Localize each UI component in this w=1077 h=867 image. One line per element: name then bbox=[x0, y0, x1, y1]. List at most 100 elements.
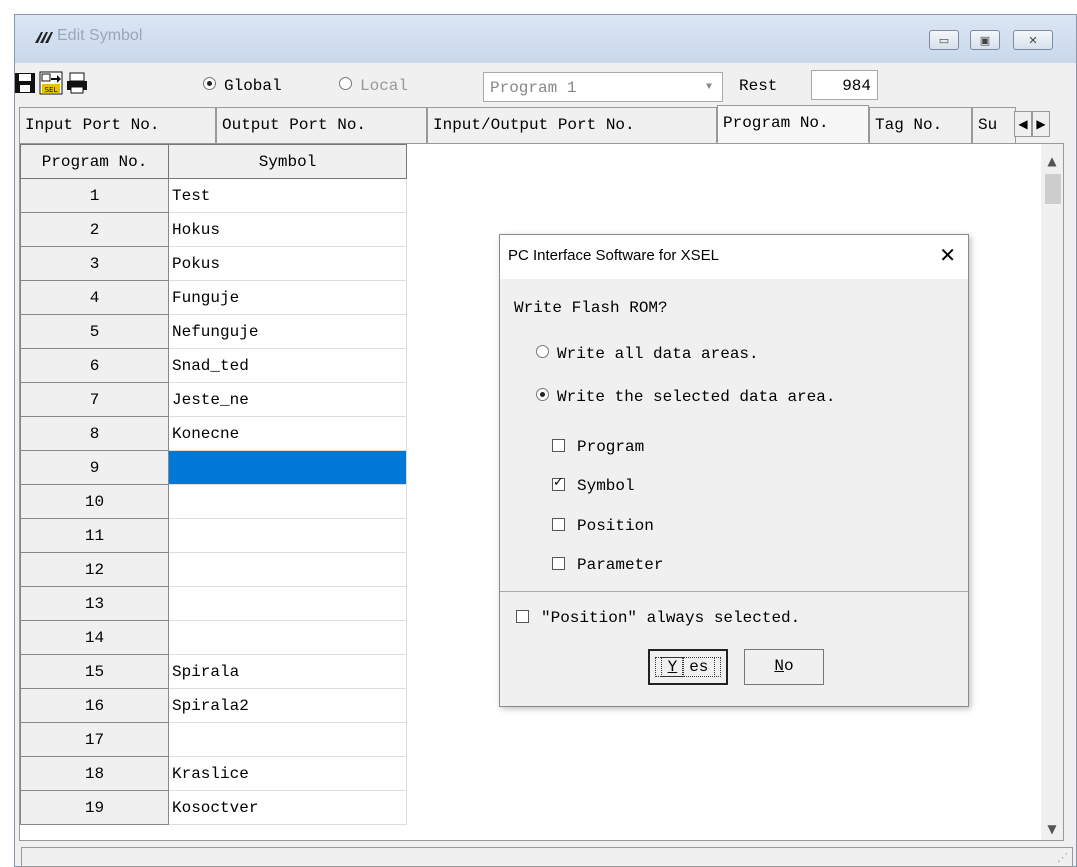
symbol-cell[interactable]: Test bbox=[168, 178, 407, 213]
table-row[interactable]: 7 Jeste_ne bbox=[20, 382, 407, 417]
resize-grip-icon[interactable]: ⋰ bbox=[1057, 851, 1068, 864]
table-row[interactable]: 16 Spirala2 bbox=[20, 688, 407, 723]
radio-icon bbox=[339, 77, 352, 90]
program-no-cell: 13 bbox=[20, 586, 169, 621]
table-row[interactable]: 3 Pokus bbox=[20, 246, 407, 281]
program-no-cell: 1 bbox=[20, 178, 169, 213]
symbol-cell[interactable] bbox=[168, 484, 407, 519]
scroll-thumb[interactable] bbox=[1045, 174, 1061, 204]
maximize-icon: ▣ bbox=[979, 33, 991, 47]
close-icon[interactable]: ✕ bbox=[939, 243, 956, 267]
dialog-separator bbox=[500, 591, 968, 592]
tab-strip: Input Port No. Output Port No. Input/Out… bbox=[19, 105, 1066, 143]
tab-io-port[interactable]: Input/Output Port No. bbox=[427, 107, 717, 143]
program-select[interactable]: Program 1 ▼ bbox=[483, 72, 723, 102]
program-no-cell: 4 bbox=[20, 280, 169, 315]
symbol-cell[interactable] bbox=[168, 586, 407, 621]
table-row[interactable]: 2 Hokus bbox=[20, 212, 407, 247]
position-checkbox[interactable]: Position bbox=[552, 517, 654, 535]
print-icon[interactable] bbox=[65, 71, 89, 95]
table-row[interactable]: 6 Snad_ted bbox=[20, 348, 407, 383]
program-no-cell: 19 bbox=[20, 790, 169, 825]
tab-su[interactable]: Su bbox=[972, 107, 1016, 143]
symbol-cell[interactable]: Spirala2 bbox=[168, 688, 407, 723]
yes-button[interactable]: Yes bbox=[648, 649, 728, 685]
write-selected-radio[interactable]: Write the selected data area. bbox=[536, 388, 835, 406]
table-row[interactable]: 5 Nefunguje bbox=[20, 314, 407, 349]
symbol-checkbox[interactable]: Symbol bbox=[552, 475, 635, 495]
symbol-cell[interactable]: Kraslice bbox=[168, 756, 407, 791]
checkbox-checked-icon bbox=[552, 475, 565, 491]
transfer-sel-icon[interactable]: SEL bbox=[39, 71, 63, 95]
tab-scroll-left-icon[interactable]: ◀ bbox=[1014, 111, 1032, 137]
symbol-table: Program No. Symbol 1 Test 2 Hokus 3 Pokus 4 Fun… bbox=[20, 144, 407, 825]
program-no-cell: 12 bbox=[20, 552, 169, 587]
symbol-cell[interactable] bbox=[168, 450, 407, 485]
radio-icon bbox=[536, 388, 549, 401]
symbol-cell[interactable] bbox=[168, 722, 407, 757]
table-row[interactable]: 19 Kosoctver bbox=[20, 790, 407, 825]
table-row[interactable]: 10 bbox=[20, 484, 407, 519]
rest-value: 984 bbox=[811, 70, 878, 100]
tab-program-no[interactable]: Program No. bbox=[717, 105, 869, 143]
symbol-cell[interactable] bbox=[168, 518, 407, 553]
table-row[interactable]: 8 Konecne bbox=[20, 416, 407, 451]
symbol-cell[interactable]: Pokus bbox=[168, 246, 407, 281]
parameter-checkbox[interactable]: Parameter bbox=[552, 556, 663, 574]
position-always-checkbox[interactable]: "Position" always selected. bbox=[516, 609, 800, 627]
symbol-cell[interactable]: Funguje bbox=[168, 280, 407, 315]
symbol-cell[interactable]: Kosoctver bbox=[168, 790, 407, 825]
dialog-question: Write Flash ROM? bbox=[514, 299, 668, 317]
no-button[interactable]: No bbox=[744, 649, 824, 685]
table-row[interactable]: 9 bbox=[20, 450, 407, 485]
checkbox-icon bbox=[516, 610, 529, 623]
tab-scroll-right-icon[interactable]: ▶ bbox=[1032, 111, 1050, 137]
symbol-cell[interactable]: Hokus bbox=[168, 212, 407, 247]
rest-label: Rest bbox=[739, 77, 778, 95]
table-row[interactable]: 1 Test bbox=[20, 178, 407, 213]
table-row[interactable]: 11 bbox=[20, 518, 407, 553]
tab-tag-no[interactable]: Tag No. bbox=[869, 107, 972, 143]
table-row[interactable]: 15 Spirala bbox=[20, 654, 407, 689]
header-program-no: Program No. bbox=[20, 144, 169, 179]
scope-local-radio[interactable]: Local bbox=[339, 77, 408, 95]
symbol-cell[interactable]: Snad_ted bbox=[168, 348, 407, 383]
symbol-cell[interactable]: Konecne bbox=[168, 416, 407, 451]
dialog-title-bar[interactable]: PC Interface Software for XSEL ✕ bbox=[500, 235, 968, 279]
table-row[interactable]: 17 bbox=[20, 722, 407, 757]
symbol-cell[interactable]: Spirala bbox=[168, 654, 407, 689]
program-no-cell: 9 bbox=[20, 450, 169, 485]
scope-global-radio[interactable]: Global bbox=[203, 77, 282, 95]
symbol-cell[interactable] bbox=[168, 552, 407, 587]
chevron-down-icon: ▼ bbox=[705, 81, 712, 93]
write-flash-dialog: PC Interface Software for XSEL ✕ Write F… bbox=[499, 234, 969, 707]
dialog-title: PC Interface Software for XSEL bbox=[508, 247, 719, 264]
symbol-cell[interactable] bbox=[168, 620, 407, 655]
minimize-button[interactable]: ▭ bbox=[929, 30, 959, 50]
table-row[interactable]: 18 Kraslice bbox=[20, 756, 407, 791]
program-no-cell: 7 bbox=[20, 382, 169, 417]
symbol-cell[interactable]: Jeste_ne bbox=[168, 382, 407, 417]
tab-input-port[interactable]: Input Port No. bbox=[19, 107, 216, 143]
program-checkbox[interactable]: Program bbox=[552, 438, 644, 456]
table-row[interactable]: 4 Funguje bbox=[20, 280, 407, 315]
program-no-cell: 17 bbox=[20, 722, 169, 757]
title-bar[interactable]: Edit Symbol ▭ ▣ ✕ bbox=[15, 15, 1076, 63]
scroll-up-icon[interactable]: ▲ bbox=[1041, 154, 1063, 168]
checkbox-icon bbox=[552, 557, 565, 570]
scroll-down-icon[interactable]: ▼ bbox=[1041, 822, 1063, 836]
table-row[interactable]: 13 bbox=[20, 586, 407, 621]
save-icon[interactable] bbox=[13, 71, 37, 95]
write-all-radio[interactable]: Write all data areas. bbox=[536, 345, 759, 363]
tab-output-port[interactable]: Output Port No. bbox=[216, 107, 427, 143]
checkbox-icon bbox=[552, 439, 565, 452]
maximize-button[interactable]: ▣ bbox=[970, 30, 1000, 50]
close-button[interactable]: ✕ bbox=[1013, 30, 1053, 50]
radio-icon bbox=[203, 77, 216, 90]
symbol-cell[interactable]: Nefunguje bbox=[168, 314, 407, 349]
table-row[interactable]: 14 bbox=[20, 620, 407, 655]
program-no-cell: 14 bbox=[20, 620, 169, 655]
window-title: Edit Symbol bbox=[57, 27, 143, 44]
vertical-scrollbar[interactable]: ▲ ▼ bbox=[1041, 144, 1063, 840]
table-row[interactable]: 12 bbox=[20, 552, 407, 587]
